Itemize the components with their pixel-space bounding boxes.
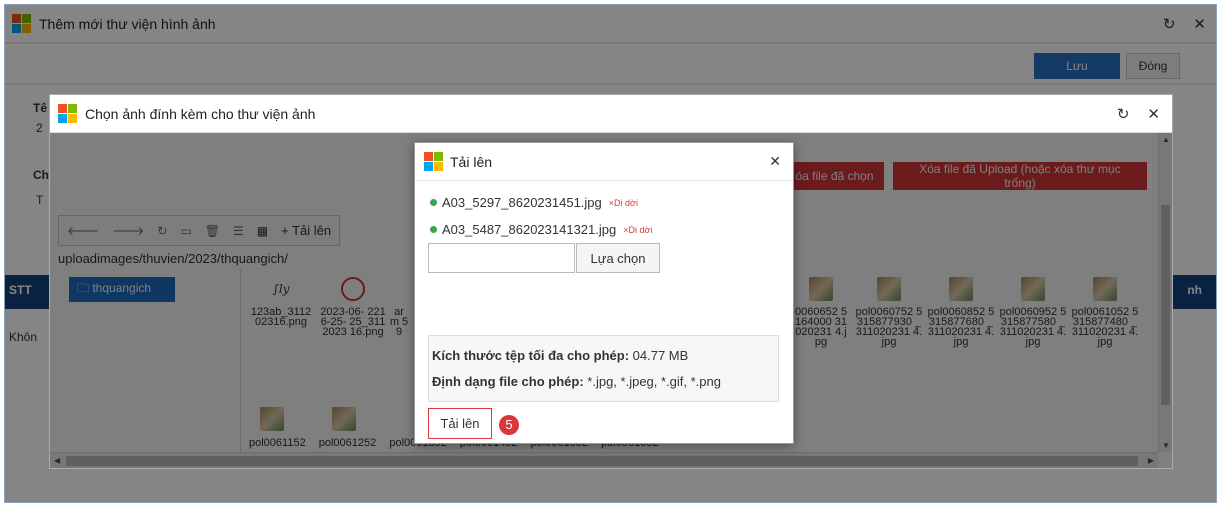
upload-info-box: Kích thước tệp tối đa cho phép: 04.77 MB… bbox=[428, 335, 779, 402]
formats-row: Định dạng file cho phép: *.jpg, *.jpeg, … bbox=[432, 369, 778, 395]
formats-value: *.jpg, *.jpeg, *.gif, *.png bbox=[583, 374, 721, 389]
refresh-icon[interactable]: ↻ bbox=[1117, 105, 1130, 123]
app-logo-icon bbox=[424, 152, 443, 171]
file-input[interactable] bbox=[428, 243, 575, 273]
upload-title: Tải lên bbox=[450, 153, 493, 170]
remove-file-link[interactable]: ×Di dời bbox=[623, 225, 652, 235]
app-logo-icon bbox=[58, 104, 77, 123]
close-icon[interactable]: ✕ bbox=[769, 153, 781, 170]
status-dot-icon bbox=[430, 199, 437, 206]
picker-title: Chọn ảnh đính kèm cho thư viện ảnh bbox=[85, 105, 316, 122]
upload-dialog: Tải lên ✕ A03_5297_8620231451.jpg ×Di dờ… bbox=[414, 142, 794, 444]
upload-button[interactable]: Tải lên bbox=[428, 408, 492, 439]
selected-file-item: A03_5297_8620231451.jpg ×Di dời bbox=[430, 195, 638, 210]
status-dot-icon bbox=[430, 226, 437, 233]
file-name: A03_5487_862023141321.jpg bbox=[442, 222, 617, 237]
max-size-label: Kích thước tệp tối đa cho phép: bbox=[432, 348, 630, 363]
close-icon[interactable]: ✕ bbox=[1147, 105, 1160, 123]
formats-label: Định dạng file cho phép: bbox=[432, 374, 584, 389]
max-size-row: Kích thước tệp tối đa cho phép: 04.77 MB bbox=[432, 343, 778, 369]
max-size-value: 04.77 MB bbox=[629, 348, 689, 363]
choose-file-button[interactable]: Lựa chọn bbox=[576, 243, 660, 273]
upload-titlebar: Tải lên ✕ bbox=[415, 143, 793, 181]
selected-file-item: A03_5487_862023141321.jpg ×Di dời bbox=[430, 222, 652, 237]
picker-titlebar: Chọn ảnh đính kèm cho thư viện ảnh ↻ ✕ bbox=[50, 95, 1172, 133]
file-name: A03_5297_8620231451.jpg bbox=[442, 195, 602, 210]
remove-file-link[interactable]: ×Di dời bbox=[609, 198, 638, 208]
step-badge: 5 bbox=[499, 415, 519, 435]
